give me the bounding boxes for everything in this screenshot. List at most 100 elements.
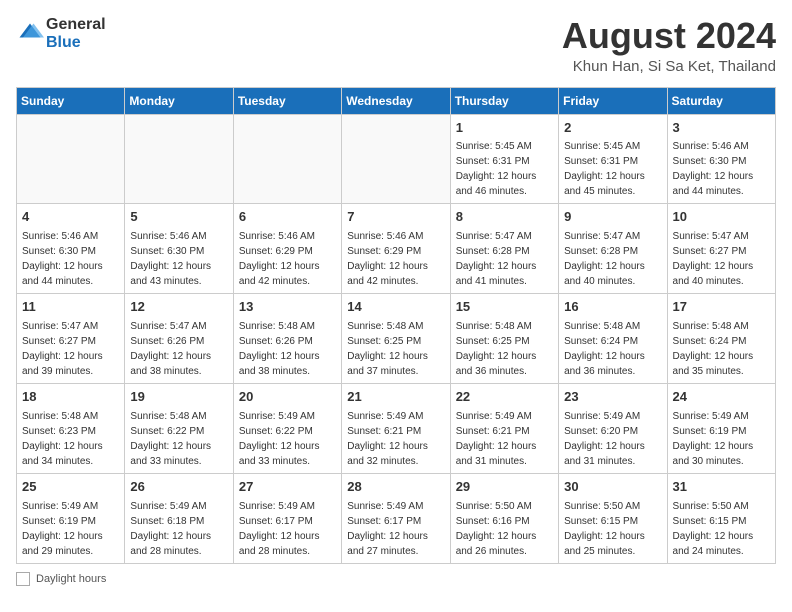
day-info: Sunrise: 5:47 AM Sunset: 6:28 PM Dayligh…	[456, 229, 553, 289]
day-number: 16	[564, 298, 661, 317]
day-number: 30	[564, 478, 661, 497]
weekday-header-sunday: Sunday	[17, 87, 125, 114]
day-number: 6	[239, 208, 336, 227]
page-header: General Blue August 2024 Khun Han, Si Sa…	[16, 16, 776, 75]
day-info: Sunrise: 5:48 AM Sunset: 6:25 PM Dayligh…	[456, 319, 553, 379]
day-info: Sunrise: 5:49 AM Sunset: 6:17 PM Dayligh…	[239, 499, 336, 559]
legend: Daylight hours	[16, 572, 776, 586]
day-info: Sunrise: 5:46 AM Sunset: 6:29 PM Dayligh…	[239, 229, 336, 289]
day-number: 27	[239, 478, 336, 497]
day-number: 31	[673, 478, 770, 497]
day-number: 15	[456, 298, 553, 317]
calendar-cell: 22 Sunrise: 5:49 AM Sunset: 6:21 PM Dayli…	[450, 384, 558, 474]
day-number: 26	[130, 478, 227, 497]
calendar-cell: 26 Sunrise: 5:49 AM Sunset: 6:18 PM Dayli…	[125, 473, 233, 563]
day-info: Sunrise: 5:49 AM Sunset: 6:21 PM Dayligh…	[456, 409, 553, 469]
calendar-cell	[342, 114, 450, 204]
calendar-cell: 16 Sunrise: 5:48 AM Sunset: 6:24 PM Dayli…	[559, 294, 667, 384]
calendar-cell: 3Sunrise: 5:46 AM Sunset: 6:30 PM Daylig…	[667, 114, 775, 204]
day-number: 14	[347, 298, 444, 317]
day-info: Sunrise: 5:46 AM Sunset: 6:30 PM Dayligh…	[130, 229, 227, 289]
calendar-cell: 15 Sunrise: 5:48 AM Sunset: 6:25 PM Dayli…	[450, 294, 558, 384]
day-info: Sunrise: 5:48 AM Sunset: 6:23 PM Dayligh…	[22, 409, 119, 469]
calendar-cell	[125, 114, 233, 204]
day-info: Sunrise: 5:49 AM Sunset: 6:22 PM Dayligh…	[239, 409, 336, 469]
day-info: Sunrise: 5:48 AM Sunset: 6:26 PM Dayligh…	[239, 319, 336, 379]
day-number: 24	[673, 388, 770, 407]
day-info: Sunrise: 5:46 AM Sunset: 6:29 PM Dayligh…	[347, 229, 444, 289]
calendar-week-5: 25Sunrise: 5:49 AM Sunset: 6:19 PM Dayli…	[17, 473, 776, 563]
weekday-header-saturday: Saturday	[667, 87, 775, 114]
calendar-cell: 17 Sunrise: 5:48 AM Sunset: 6:24 PM Dayli…	[667, 294, 775, 384]
page-title: August 2024	[562, 16, 776, 56]
calendar-cell: 2Sunrise: 5:45 AM Sunset: 6:31 PM Daylig…	[559, 114, 667, 204]
day-info: Sunrise: 5:49 AM Sunset: 6:18 PM Dayligh…	[130, 499, 227, 559]
day-number: 17	[673, 298, 770, 317]
day-number: 18	[22, 388, 119, 407]
day-number: 12	[130, 298, 227, 317]
calendar-cell: 18 Sunrise: 5:48 AM Sunset: 6:23 PM Dayli…	[17, 384, 125, 474]
calendar-cell: 8 Sunrise: 5:47 AM Sunset: 6:28 PM Daylig…	[450, 204, 558, 294]
calendar-cell: 20 Sunrise: 5:49 AM Sunset: 6:22 PM Dayli…	[233, 384, 341, 474]
weekday-header-wednesday: Wednesday	[342, 87, 450, 114]
day-number: 22	[456, 388, 553, 407]
day-number: 11	[22, 298, 119, 317]
day-number: 23	[564, 388, 661, 407]
day-number: 4	[22, 208, 119, 227]
day-info: Sunrise: 5:49 AM Sunset: 6:21 PM Dayligh…	[347, 409, 444, 469]
calendar-cell: 11 Sunrise: 5:47 AM Sunset: 6:27 PM Dayli…	[17, 294, 125, 384]
day-info: Sunrise: 5:46 AM Sunset: 6:30 PM Dayligh…	[673, 139, 770, 199]
day-info: Sunrise: 5:45 AM Sunset: 6:31 PM Dayligh…	[564, 139, 661, 199]
day-info: Sunrise: 5:50 AM Sunset: 6:15 PM Dayligh…	[673, 499, 770, 559]
calendar-cell: 30 Sunrise: 5:50 AM Sunset: 6:15 PM Dayli…	[559, 473, 667, 563]
day-info: Sunrise: 5:47 AM Sunset: 6:27 PM Dayligh…	[673, 229, 770, 289]
day-number: 8	[456, 208, 553, 227]
day-info: Sunrise: 5:47 AM Sunset: 6:27 PM Dayligh…	[22, 319, 119, 379]
day-info: Sunrise: 5:46 AM Sunset: 6:30 PM Dayligh…	[22, 229, 119, 289]
weekday-header-thursday: Thursday	[450, 87, 558, 114]
day-info: Sunrise: 5:47 AM Sunset: 6:28 PM Dayligh…	[564, 229, 661, 289]
calendar-cell: 19 Sunrise: 5:48 AM Sunset: 6:22 PM Dayli…	[125, 384, 233, 474]
calendar-table: SundayMondayTuesdayWednesdayThursdayFrid…	[16, 87, 776, 564]
day-info: Sunrise: 5:50 AM Sunset: 6:15 PM Dayligh…	[564, 499, 661, 559]
day-info: Sunrise: 5:49 AM Sunset: 6:17 PM Dayligh…	[347, 499, 444, 559]
calendar-cell: 21Sunrise: 5:49 AM Sunset: 6:21 PM Dayli…	[342, 384, 450, 474]
calendar-cell: 7 Sunrise: 5:46 AM Sunset: 6:29 PM Daylig…	[342, 204, 450, 294]
calendar-cell: 14 Sunrise: 5:48 AM Sunset: 6:25 PM Dayli…	[342, 294, 450, 384]
day-info: Sunrise: 5:49 AM Sunset: 6:19 PM Dayligh…	[673, 409, 770, 469]
weekday-header-friday: Friday	[559, 87, 667, 114]
page-subtitle: Khun Han, Si Sa Ket, Thailand	[562, 58, 776, 75]
day-info: Sunrise: 5:48 AM Sunset: 6:24 PM Dayligh…	[564, 319, 661, 379]
day-info: Sunrise: 5:47 AM Sunset: 6:26 PM Dayligh…	[130, 319, 227, 379]
day-number: 1	[456, 119, 553, 138]
day-info: Sunrise: 5:49 AM Sunset: 6:20 PM Dayligh…	[564, 409, 661, 469]
calendar-cell: 10Sunrise: 5:47 AM Sunset: 6:27 PM Dayli…	[667, 204, 775, 294]
calendar-cell: 12 Sunrise: 5:47 AM Sunset: 6:26 PM Dayli…	[125, 294, 233, 384]
day-number: 20	[239, 388, 336, 407]
day-number: 5	[130, 208, 227, 227]
day-info: Sunrise: 5:48 AM Sunset: 6:22 PM Dayligh…	[130, 409, 227, 469]
calendar-cell: 4 Sunrise: 5:46 AM Sunset: 6:30 PM Daylig…	[17, 204, 125, 294]
logo-general: General	[46, 16, 106, 34]
day-info: Sunrise: 5:49 AM Sunset: 6:19 PM Dayligh…	[22, 499, 119, 559]
calendar-cell: 1Sunrise: 5:45 AM Sunset: 6:31 PM Daylig…	[450, 114, 558, 204]
day-number: 9	[564, 208, 661, 227]
logo-blue: Blue	[46, 34, 106, 52]
day-number: 29	[456, 478, 553, 497]
day-number: 28	[347, 478, 444, 497]
day-info: Sunrise: 5:48 AM Sunset: 6:24 PM Dayligh…	[673, 319, 770, 379]
calendar-cell: 23 Sunrise: 5:49 AM Sunset: 6:20 PM Dayli…	[559, 384, 667, 474]
day-info: Sunrise: 5:50 AM Sunset: 6:16 PM Dayligh…	[456, 499, 553, 559]
logo: General Blue	[16, 16, 106, 51]
day-number: 7	[347, 208, 444, 227]
calendar-cell: 5 Sunrise: 5:46 AM Sunset: 6:30 PM Daylig…	[125, 204, 233, 294]
calendar-week-3: 11 Sunrise: 5:47 AM Sunset: 6:27 PM Dayli…	[17, 294, 776, 384]
calendar-cell: 29 Sunrise: 5:50 AM Sunset: 6:16 PM Dayli…	[450, 473, 558, 563]
weekday-header-monday: Monday	[125, 87, 233, 114]
day-number: 19	[130, 388, 227, 407]
calendar-header-row: SundayMondayTuesdayWednesdayThursdayFrid…	[17, 87, 776, 114]
legend-box	[16, 572, 30, 586]
legend-label: Daylight hours	[36, 573, 106, 585]
title-section: August 2024 Khun Han, Si Sa Ket, Thailan…	[562, 16, 776, 75]
day-info: Sunrise: 5:48 AM Sunset: 6:25 PM Dayligh…	[347, 319, 444, 379]
